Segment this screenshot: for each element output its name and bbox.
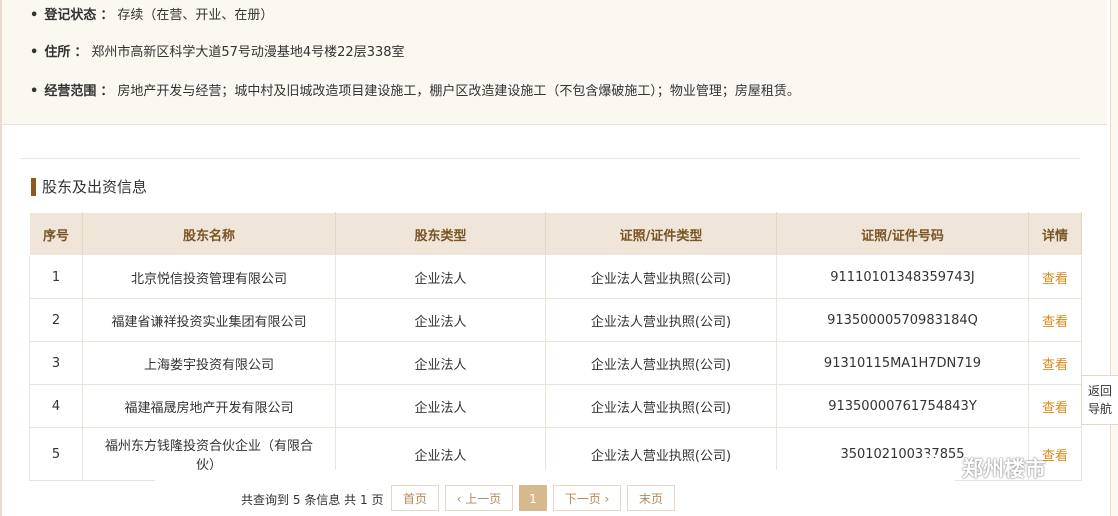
view-detail-link[interactable]: 查看: [1028, 255, 1082, 299]
cell-type: 企业法人: [335, 298, 546, 342]
cell-no: 5: [29, 427, 83, 481]
status-row: • 登记状态：存续（在营、开业、在册）: [30, 8, 274, 23]
cell-license-no: 91310115MA1H7DN719: [776, 341, 1029, 385]
address-value: 郑州市高新区科学大道57号动漫基地4号楼22层338室: [91, 45, 405, 60]
cell-no: 3: [29, 341, 83, 385]
first-page-button[interactable]: 首页: [391, 485, 439, 511]
company-info-section: • 登记状态：存续（在营、开业、在册） • 住所：郑州市高新区科学大道57号动漫基地…: [2, 0, 1107, 125]
address-row: • 住所：郑州市高新区科学大道57号动漫基地4号楼22层338室: [30, 45, 405, 60]
status-label: 登记状态: [44, 8, 97, 23]
cell-type: 企业法人: [335, 341, 546, 385]
cell-license-no: 91110101348359743J: [776, 255, 1029, 299]
shareholders-title: 股东及出资信息: [31, 178, 147, 196]
cell-type: 企业法人: [335, 255, 546, 299]
current-page-button[interactable]: 1: [519, 485, 547, 511]
cell-name: 上海娄宇投资有限公司: [82, 341, 336, 385]
cell-no: 1: [29, 255, 83, 299]
cell-name: 北京悦信投资管理有限公司: [82, 255, 336, 299]
col-header-detail: 详情: [1028, 212, 1082, 256]
summary-prefix: 共查询到: [241, 493, 290, 507]
view-detail-link[interactable]: 查看: [1028, 341, 1082, 385]
col-header-license-type: 证照/证件类型: [545, 212, 777, 256]
pagination: 共查询到 5 条信息 共 1 页 首页 ‹ 上一页 1 下一页 › 末页: [155, 470, 955, 516]
cell-name: 福建福晟房地产开发有限公司: [82, 384, 336, 428]
wechat-icon: [918, 454, 954, 482]
watermark-text: 郑州楼市: [962, 457, 1046, 481]
col-header-no: 序号: [29, 212, 83, 256]
pagination-summary: 共查询到 5 条信息 共 1 页: [241, 491, 383, 508]
side-nav-line1: 返回: [1087, 384, 1112, 398]
summary-mid: 条信息 共: [304, 493, 357, 507]
cell-name-line1: 福州东方钱隆投资合伙企业（有限合: [104, 439, 313, 454]
cell-license-type: 企业法人营业执照(公司): [545, 255, 777, 299]
cell-license-no: 91350000570983184Q: [776, 298, 1029, 342]
watermark: 郑州楼市: [918, 450, 1046, 486]
scope-row: • 经营范围：房地产开发与经营；城中村及旧城改造项目建设施工，棚户区改造建设施工（…: [30, 84, 800, 99]
cell-license-type: 企业法人营业执照(公司): [545, 384, 777, 428]
cell-type: 企业法人: [335, 384, 546, 428]
cell-license-type: 企业法人营业执照(公司): [545, 298, 777, 342]
address-label: 住所: [44, 45, 71, 60]
view-detail-link[interactable]: 查看: [1028, 298, 1082, 342]
table-header-row: 序号 股东名称 股东类型 证照/证件类型 证照/证件号码 详情: [29, 212, 1082, 256]
col-header-name: 股东名称: [82, 212, 336, 256]
cell-name: 福建省谦祥投资实业集团有限公司: [82, 298, 336, 342]
table-row: 2 福建省谦祥投资实业集团有限公司 企业法人 企业法人营业执照(公司) 9135…: [29, 298, 1082, 342]
cell-no: 2: [29, 298, 83, 342]
cell-no: 4: [29, 384, 83, 428]
last-page-button[interactable]: 末页: [627, 485, 675, 511]
scope-value: 房地产开发与经营；城中村及旧城改造项目建设施工，棚户区改造建设施工（不包含爆破施…: [117, 84, 800, 99]
prev-page-button[interactable]: ‹ 上一页: [445, 485, 513, 511]
status-value: 存续（在营、开业、在册）: [117, 8, 274, 23]
cell-license-type: 企业法人营业执照(公司): [545, 341, 777, 385]
side-nav-line2: 导航: [1087, 402, 1112, 416]
section-divider: [20, 158, 1080, 159]
total-pages: 1: [359, 493, 368, 507]
summary-suffix: 页: [371, 493, 384, 507]
col-header-type: 股东类型: [335, 212, 546, 256]
total-count: 5: [292, 493, 301, 507]
view-detail-link[interactable]: 查看: [1028, 384, 1082, 428]
col-header-license-no: 证照/证件号码: [776, 212, 1029, 256]
shareholders-table: 序号 股东名称 股东类型 证照/证件类型 证照/证件号码 详情 1 北京悦信投资…: [29, 212, 1082, 481]
next-page-button[interactable]: 下一页 ›: [553, 485, 621, 511]
cell-license-no: 91350000761754843Y: [776, 384, 1029, 428]
table-row: 1 北京悦信投资管理有限公司 企业法人 企业法人营业执照(公司) 9111010…: [29, 255, 1082, 299]
table-row: 3 上海娄宇投资有限公司 企业法人 企业法人营业执照(公司) 91310115M…: [29, 341, 1082, 385]
back-to-nav-button[interactable]: 返回 导航: [1081, 375, 1118, 425]
table-row: 4 福建福晟房地产开发有限公司 企业法人 企业法人营业执照(公司) 913500…: [29, 384, 1082, 428]
scope-label: 经营范围: [44, 84, 97, 99]
